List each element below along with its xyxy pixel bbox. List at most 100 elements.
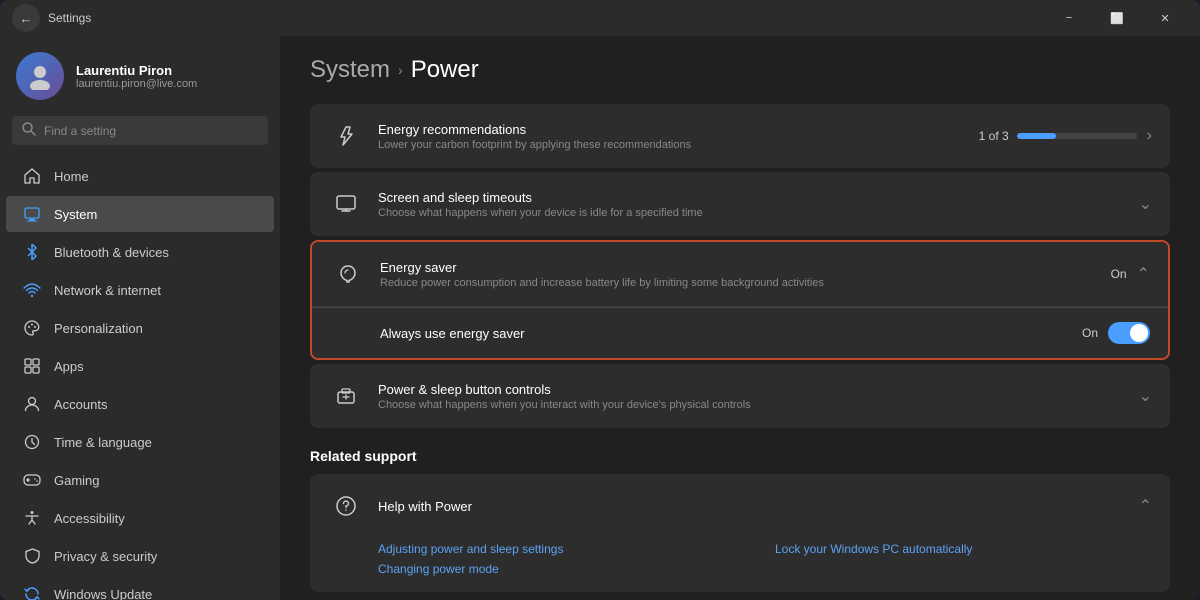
energy-saver-right: On ⌃ [1111,264,1150,284]
time-icon [22,432,42,452]
home-icon [22,166,42,186]
search-input[interactable] [44,124,258,138]
sidebar-item-system[interactable]: System [6,196,274,232]
energy-saver-icon [330,256,366,292]
energy-saver-chevron: ⌃ [1137,264,1150,284]
title-bar: ← Settings − ⬜ ✕ [0,0,1200,36]
always-use-toggle[interactable] [1108,322,1150,344]
help-header-row[interactable]: Help with Power ⌃ [310,474,1170,538]
screen-sleep-icon [328,186,364,222]
sidebar-label-bluetooth: Bluetooth & devices [54,245,169,260]
sidebar-item-privacy[interactable]: Privacy & security [6,538,274,574]
help-right: ⌃ [1139,496,1152,516]
breadcrumb-current: Power [411,56,479,84]
avatar [16,52,64,100]
help-link-1[interactable]: Lock your Windows PC automatically [775,542,1152,556]
content-area: Laurentiu Piron laurentiu.piron@live.com [0,36,1200,600]
related-support-header: Related support [310,448,1170,464]
toggle-knob [1130,324,1148,342]
sidebar-item-bluetooth[interactable]: Bluetooth & devices [6,234,274,270]
network-icon [22,280,42,300]
power-sleep-chevron: ⌄ [1139,386,1152,406]
progress-bar-wrap [1017,133,1137,139]
sidebar-label-network: Network & internet [54,283,161,298]
breadcrumb-parent: System [310,56,390,84]
main-content: System › Power Energy recommendations Lo… [280,36,1200,600]
progress-container: 1 of 3 [979,129,1137,143]
sidebar-item-gaming[interactable]: Gaming [6,462,274,498]
sidebar-label-apps: Apps [54,359,84,374]
always-use-row: Always use energy saver On [312,308,1168,358]
help-icon [328,488,364,524]
toggle-right: On [1082,322,1150,344]
screen-sleep-right: ⌄ [1139,194,1152,214]
always-use-status: On [1082,326,1098,340]
sidebar-label-gaming: Gaming [54,473,100,488]
energy-saver-desc: Reduce power consumption and increase ba… [380,277,1111,289]
screen-sleep-text: Screen and sleep timeouts Choose what ha… [378,190,1139,219]
energy-recommendations-text: Energy recommendations Lower your carbon… [378,122,979,151]
progress-bar-fill [1017,133,1057,139]
energy-recommendations-icon [328,118,364,154]
sidebar-item-time[interactable]: Time & language [6,424,274,460]
sidebar-label-accounts: Accounts [54,397,107,412]
user-section: Laurentiu Piron laurentiu.piron@live.com [0,36,280,112]
close-button[interactable]: ✕ [1142,0,1188,36]
screen-sleep-title: Screen and sleep timeouts [378,190,1139,205]
sidebar-item-personalization[interactable]: Personalization [6,310,274,346]
sidebar-label-home: Home [54,169,89,184]
sidebar-item-network[interactable]: Network & internet [6,272,274,308]
power-sleep-right: ⌄ [1139,386,1152,406]
sidebar-item-accessibility[interactable]: Accessibility [6,500,274,536]
sidebar-item-home[interactable]: Home [6,158,274,194]
maximize-button[interactable]: ⬜ [1094,0,1140,36]
energy-saver-card: Energy saver Reduce power consumption an… [310,240,1170,360]
screen-sleep-chevron: ⌄ [1139,194,1152,214]
power-sleep-title: Power & sleep button controls [378,382,1139,397]
energy-recommendations-card: Energy recommendations Lower your carbon… [310,104,1170,168]
user-name: Laurentiu Piron [76,63,197,78]
window-title: Settings [48,11,91,25]
help-chevron: ⌃ [1139,496,1152,516]
help-link-0[interactable]: Adjusting power and sleep settings [378,542,755,556]
energy-rec-chevron: › [1147,127,1152,145]
sidebar-item-apps[interactable]: Apps [6,348,274,384]
accessibility-icon [22,508,42,528]
power-sleep-icon [328,378,364,414]
energy-recommendations-right: 1 of 3 › [979,127,1152,145]
energy-saver-header-row: Energy saver Reduce power consumption an… [312,242,1168,308]
title-bar-left: ← Settings [12,4,91,32]
sidebar-label-accessibility: Accessibility [54,511,125,526]
help-links-grid: Adjusting power and sleep settings Lock … [310,538,1170,592]
windows-update-icon [22,584,42,600]
gaming-icon [22,470,42,490]
search-icon [22,122,36,139]
screen-sleep-desc: Choose what happens when your device is … [378,207,1139,219]
sidebar-label-windows-update: Windows Update [54,587,152,600]
back-button[interactable]: ← [12,4,40,32]
energy-saver-row[interactable]: Energy saver Reduce power consumption an… [312,242,1168,307]
energy-saver-text: Energy saver Reduce power consumption an… [380,260,1111,289]
power-sleep-row[interactable]: Power & sleep button controls Choose wha… [310,364,1170,428]
user-info: Laurentiu Piron laurentiu.piron@live.com [76,63,197,90]
sidebar-item-windows-update[interactable]: Windows Update [6,576,274,600]
user-email: laurentiu.piron@live.com [76,78,197,90]
help-link-2[interactable]: Changing power mode [378,562,755,576]
progress-text: 1 of 3 [979,129,1009,143]
sidebar: Laurentiu Piron laurentiu.piron@live.com [0,36,280,600]
settings-window: ← Settings − ⬜ ✕ [0,0,1200,600]
search-box[interactable] [12,116,268,145]
energy-recommendations-row[interactable]: Energy recommendations Lower your carbon… [310,104,1170,168]
help-card: Help with Power ⌃ Adjusting power and sl… [310,474,1170,592]
power-sleep-desc: Choose what happens when you interact wi… [378,399,1139,411]
breadcrumb-arrow: › [398,62,403,78]
minimize-button[interactable]: − [1046,0,1092,36]
screen-sleep-row[interactable]: Screen and sleep timeouts Choose what ha… [310,172,1170,236]
energy-recommendations-desc: Lower your carbon footprint by applying … [378,139,979,151]
sidebar-label-system: System [54,207,97,222]
apps-icon [22,356,42,376]
sidebar-label-privacy: Privacy & security [54,549,157,564]
title-bar-controls: − ⬜ ✕ [1046,0,1188,36]
sidebar-label-personalization: Personalization [54,321,143,336]
sidebar-item-accounts[interactable]: Accounts [6,386,274,422]
